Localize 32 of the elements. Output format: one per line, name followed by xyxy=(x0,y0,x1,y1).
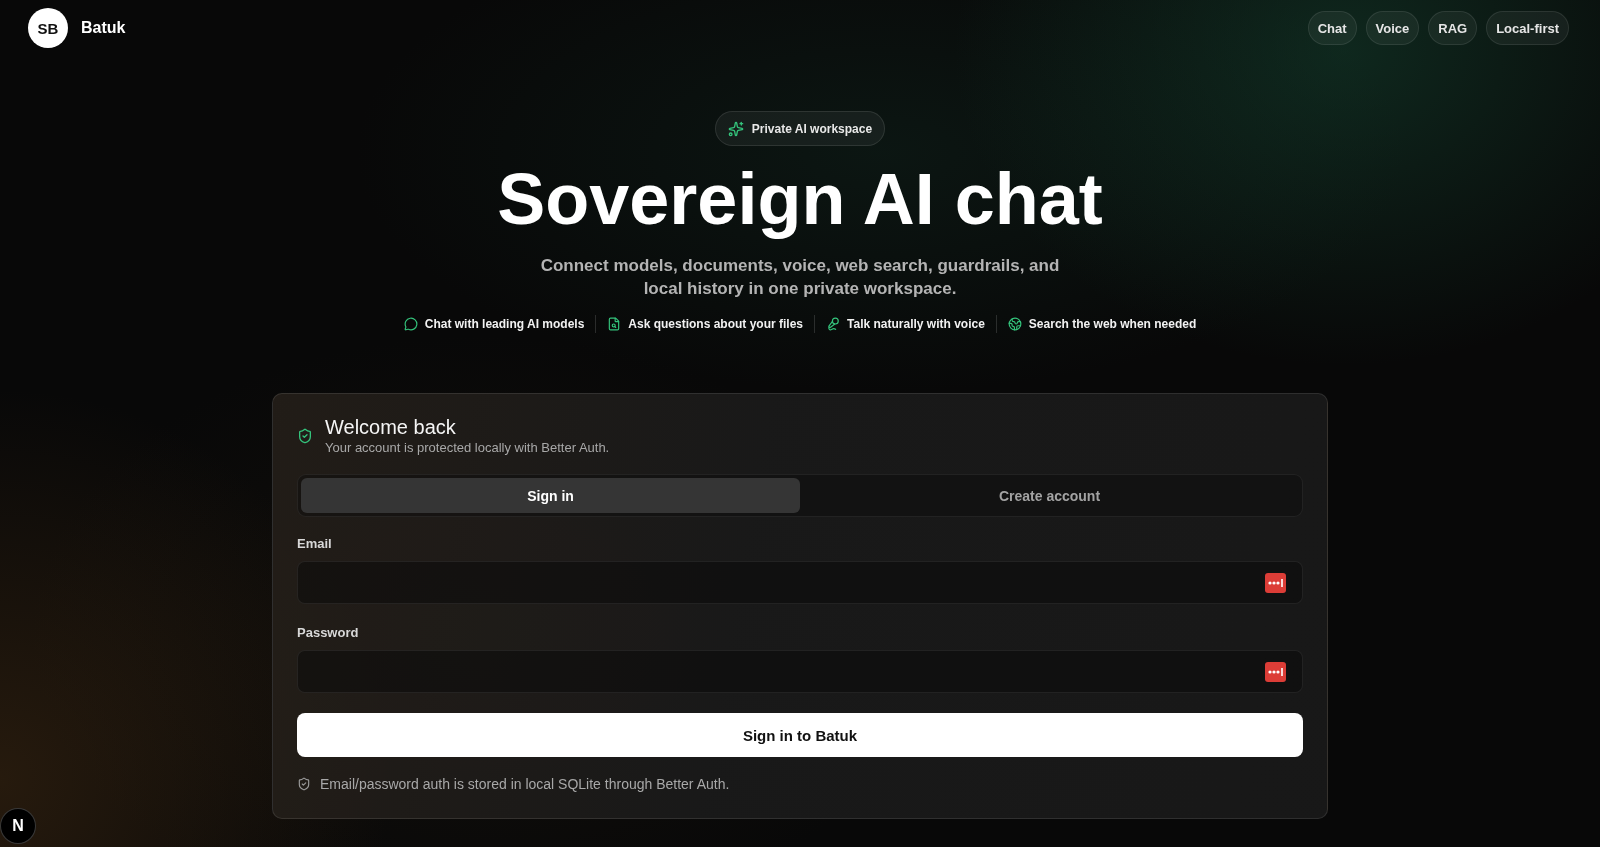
field-label: Password xyxy=(297,624,360,642)
security-note: Email/password auth is stored in local SQLite through Better Auth. xyxy=(320,775,730,794)
feature-tag: Voice xyxy=(1365,11,1420,45)
brand-name: Batuk xyxy=(81,19,126,37)
dev-indicator-button[interactable]: N xyxy=(0,808,36,844)
feature-tag: RAG xyxy=(1428,11,1478,45)
card-subtitle: Your account is protected locally with Better Auth. xyxy=(325,439,610,457)
field-label: Email xyxy=(297,535,333,553)
chat-bubble-icon xyxy=(403,317,418,331)
file-search-icon xyxy=(607,317,622,331)
tab[interactable]: Sign in xyxy=(301,478,800,513)
password-dots-icon[interactable] xyxy=(1265,661,1286,682)
input-field[interactable] xyxy=(297,561,1303,604)
shield-check-icon xyxy=(297,777,311,791)
password-dots-icon[interactable] xyxy=(1265,572,1286,593)
sparkles-icon xyxy=(727,120,744,137)
hero-subtitle: Connect models, documents, voice, web search, guardrails, and local history in one private workspace. xyxy=(539,255,1061,300)
feature-text: Talk naturally with voice xyxy=(847,317,985,331)
feature-text: Ask questions about your files xyxy=(628,317,804,331)
input-field[interactable] xyxy=(297,650,1303,693)
feature-tag: Local-first xyxy=(1486,11,1569,45)
badge-text: Private AI workspace xyxy=(751,121,873,136)
microphone-icon xyxy=(826,317,841,331)
globe-icon xyxy=(1007,317,1022,331)
avatar: SB xyxy=(28,8,68,48)
feature-text: Chat with leading AI models xyxy=(424,317,585,331)
tab[interactable]: Create account xyxy=(800,478,1299,513)
feature-text: Search the web when needed xyxy=(1028,317,1197,331)
feature-tag: Chat xyxy=(1307,11,1357,45)
card-title: Welcome back xyxy=(325,415,457,439)
submit-button[interactable]: Sign in to Batuk xyxy=(297,713,1303,757)
shield-check-icon xyxy=(297,428,313,444)
